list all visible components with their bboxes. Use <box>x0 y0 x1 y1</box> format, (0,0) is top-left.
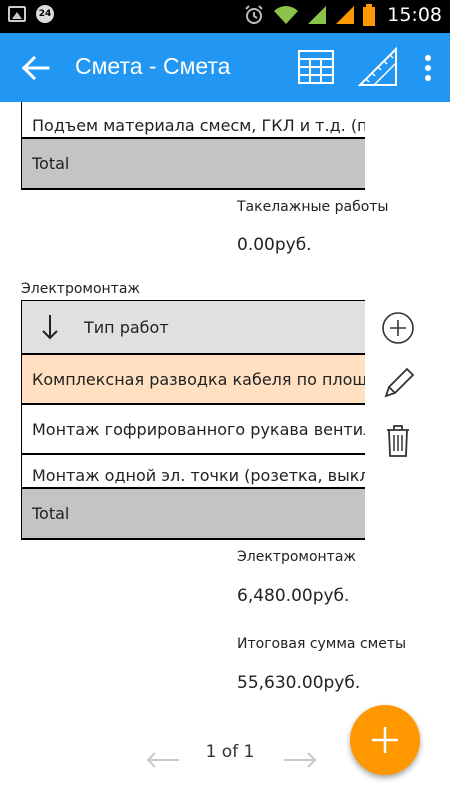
notification-badge: 24 <box>36 5 54 23</box>
table-total-row: Total <box>22 489 365 539</box>
next-page-arrow-icon[interactable] <box>282 750 318 770</box>
table-row-selected[interactable]: Комплексная разводка кабеля по площ <box>22 355 365 405</box>
table-row[interactable]: Подъем материала смесм, ГКЛ и т.д. (п <box>22 102 365 139</box>
signal-icon-2 <box>336 6 355 24</box>
page-indicator: 1 of 1 <box>205 742 255 762</box>
add-fab-button[interactable] <box>350 705 420 775</box>
table-row[interactable]: Монтаж гофрированного рукава вентил <box>22 405 365 455</box>
trash-icon[interactable] <box>380 422 416 458</box>
column-header-label: Тип работ <box>84 317 169 337</box>
page-title: Смета - Смета <box>75 53 231 79</box>
electrical-summary-value: 6,480.00руб. <box>237 586 350 606</box>
more-vert-icon[interactable] <box>418 51 438 85</box>
total-label: Total <box>32 154 70 173</box>
edit-pencil-icon[interactable] <box>380 366 416 402</box>
back-arrow-icon[interactable] <box>18 51 52 85</box>
clock: 15:08 <box>387 4 442 26</box>
status-bar: 24 15:08 <box>0 0 450 33</box>
row-label: Комплексная разводка кабеля по площ <box>32 369 365 389</box>
rigging-summary-value: 0.00руб. <box>237 235 312 255</box>
table-total-row: Total <box>22 139 365 189</box>
row-label: Монтаж гофрированного рукава вентил <box>32 419 365 439</box>
table-icon[interactable] <box>297 48 335 86</box>
plus-icon <box>372 727 398 753</box>
prev-page-arrow-icon[interactable] <box>145 750 181 770</box>
table-header[interactable]: Тип работ <box>22 301 365 355</box>
electrical-table: Тип работ Комплексная разводка кабеля по… <box>21 300 365 540</box>
rigging-summary-label: Такелажные работы <box>237 199 389 215</box>
alarm-icon <box>245 5 263 24</box>
electrical-summary-label: Электромонтаж <box>237 549 357 565</box>
wifi-icon <box>274 6 299 24</box>
row-label: Монтаж одной эл. точки (розетка, выкл <box>32 466 365 485</box>
electrical-section-title: Электромонтаж <box>21 281 141 297</box>
battery-icon <box>363 4 376 26</box>
add-circle-icon[interactable] <box>380 310 416 346</box>
ruler-triangle-icon[interactable] <box>358 47 398 87</box>
rigging-table: Подъем материала смесм, ГКЛ и т.д. (п To… <box>21 102 365 190</box>
grand-total-value: 55,630.00руб. <box>237 673 361 693</box>
grand-total-label: Итоговая сумма сметы <box>237 636 407 652</box>
row-label: Подъем материала смесм, ГКЛ и т.д. (п <box>32 116 365 135</box>
table-row[interactable]: Монтаж одной эл. точки (розетка, выкл <box>22 455 365 489</box>
total-label: Total <box>32 504 70 523</box>
app-bar: Смета - Смета <box>0 33 450 102</box>
sort-down-arrow-icon[interactable] <box>40 313 60 341</box>
signal-icon <box>308 6 327 24</box>
image-icon <box>8 6 26 22</box>
estimate-content[interactable]: Подъем материала смесм, ГКЛ и т.д. (п To… <box>0 102 450 800</box>
